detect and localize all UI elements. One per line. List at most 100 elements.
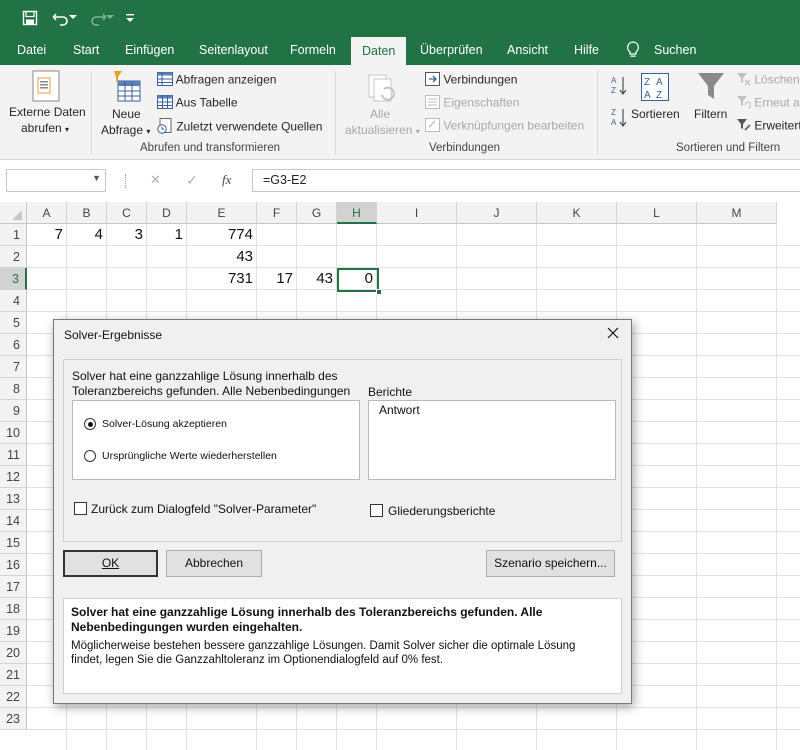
fill-handle[interactable] xyxy=(376,289,382,295)
recent-sources-button[interactable]: Zuletzt verwendete Quellen xyxy=(157,118,322,137)
row-header-18[interactable]: 18 xyxy=(0,598,27,620)
tab-ansicht[interactable]: Ansicht xyxy=(507,36,548,65)
formula-input[interactable]: =G3-E2 xyxy=(252,169,800,192)
close-icon[interactable] xyxy=(605,325,621,341)
column-header-C[interactable]: C xyxy=(107,202,147,224)
outline-reports-checkbox[interactable] xyxy=(370,504,383,517)
sort-az-icon[interactable]: AZ xyxy=(611,75,627,100)
cell-C1[interactable]: 3 xyxy=(107,224,147,246)
reports-listbox[interactable]: Antwort xyxy=(368,400,616,480)
customize-quick-access-icon[interactable] xyxy=(120,7,140,29)
row-header-6[interactable]: 6 xyxy=(0,334,27,356)
new-query-icon[interactable] xyxy=(108,69,144,105)
cell-B1[interactable]: 4 xyxy=(67,224,107,246)
column-header-J[interactable]: J xyxy=(457,202,537,224)
show-queries-button[interactable]: Abfragen anzeigen xyxy=(157,72,276,89)
tab-einfuegen[interactable]: Einfügen xyxy=(125,36,174,65)
sort-dialog-icon[interactable]: ZAAZ xyxy=(641,73,669,101)
formula-bar-splitter[interactable] xyxy=(125,174,128,188)
row-header-15[interactable]: 15 xyxy=(0,532,27,554)
filter-icon[interactable] xyxy=(697,71,725,103)
row-header-3[interactable]: 3 xyxy=(0,268,27,290)
external-data-button[interactable]: Externe Daten xyxy=(9,105,86,119)
refresh-all-button-line2[interactable]: aktualisieren ▾ xyxy=(345,123,420,137)
save-icon[interactable] xyxy=(19,7,41,29)
cancel-entry-icon[interactable]: ✕ xyxy=(150,172,161,188)
accept-solution-radio[interactable] xyxy=(84,418,96,430)
column-header-D[interactable]: D xyxy=(147,202,187,224)
new-query-button-line2[interactable]: Abfrage ▾ xyxy=(101,123,150,137)
row-header-11[interactable]: 11 xyxy=(0,444,27,466)
row-header-23[interactable]: 23 xyxy=(0,708,27,730)
row-header-21[interactable]: 21 xyxy=(0,664,27,686)
row-header-4[interactable]: 4 xyxy=(0,290,27,312)
row-header-5[interactable]: 5 xyxy=(0,312,27,334)
row-header-7[interactable]: 7 xyxy=(0,356,27,378)
column-header-L[interactable]: L xyxy=(617,202,697,224)
name-box[interactable]: ▼ xyxy=(6,169,106,192)
cell-G3[interactable]: 43 xyxy=(297,268,337,290)
tab-start[interactable]: Start xyxy=(73,36,99,65)
accept-solution-label[interactable]: Solver-Lösung akzeptieren xyxy=(102,418,227,430)
tab-formeln[interactable]: Formeln xyxy=(290,36,336,65)
column-header-E[interactable]: E xyxy=(187,202,257,224)
row-header-13[interactable]: 13 xyxy=(0,488,27,510)
row-header-17[interactable]: 17 xyxy=(0,576,27,598)
filter-button[interactable]: Filtern xyxy=(694,107,727,121)
external-data-icon[interactable] xyxy=(29,69,63,103)
row-header-14[interactable]: 14 xyxy=(0,510,27,532)
column-header-K[interactable]: K xyxy=(537,202,617,224)
column-header-H[interactable]: H xyxy=(337,202,377,224)
cell-E1[interactable]: 774 xyxy=(187,224,257,246)
external-data-button-line2[interactable]: abrufen ▾ xyxy=(21,121,69,135)
redo-dropdown-icon[interactable] xyxy=(105,7,115,29)
report-item-antwort[interactable]: Antwort xyxy=(379,403,420,417)
row-header-20[interactable]: 20 xyxy=(0,642,27,664)
cell-A1[interactable]: 7 xyxy=(27,224,67,246)
row-header-1[interactable]: 1 xyxy=(0,224,27,246)
new-query-button[interactable]: Neue xyxy=(112,107,141,121)
column-header-M[interactable]: M xyxy=(697,202,777,224)
tab-ueberpruefen[interactable]: Überprüfen xyxy=(420,36,483,65)
row-header-12[interactable]: 12 xyxy=(0,466,27,488)
column-header-B[interactable]: B xyxy=(67,202,107,224)
select-all-corner[interactable] xyxy=(0,202,27,224)
row-header-10[interactable]: 10 xyxy=(0,422,27,444)
ok-button[interactable]: OK xyxy=(63,550,158,577)
row-header-16[interactable]: 16 xyxy=(0,554,27,576)
tab-datei[interactable]: Datei xyxy=(17,36,46,65)
active-cell-H3[interactable] xyxy=(337,268,382,295)
cell-E2[interactable]: 43 xyxy=(187,246,257,268)
from-table-button[interactable]: Aus Tabelle xyxy=(157,95,238,112)
row-header-22[interactable]: 22 xyxy=(0,686,27,708)
edit-links-button[interactable]: Verknüpfungen bearbeiten xyxy=(425,118,584,135)
column-header-G[interactable]: G xyxy=(297,202,337,224)
restore-values-label[interactable]: Ursprüngliche Werte wiederherstellen xyxy=(102,450,277,462)
confirm-entry-icon[interactable]: ✓ xyxy=(186,172,198,189)
row-header-19[interactable]: 19 xyxy=(0,620,27,642)
row-header-2[interactable]: 2 xyxy=(0,246,27,268)
return-to-parameters-checkbox[interactable] xyxy=(74,502,87,515)
cancel-button[interactable]: Abbrechen xyxy=(166,550,262,577)
lightbulb-icon[interactable] xyxy=(626,36,644,65)
tab-hilfe[interactable]: Hilfe xyxy=(574,36,599,65)
row-header-9[interactable]: 9 xyxy=(0,400,27,422)
advanced-filter-button[interactable]: Erweitert xyxy=(737,118,800,135)
insert-function-icon[interactable]: fx xyxy=(222,172,231,188)
cell-D1[interactable]: 1 xyxy=(147,224,187,246)
name-box-dropdown-icon[interactable]: ▼ xyxy=(92,173,101,183)
tab-suchen[interactable]: Suchen xyxy=(654,36,696,65)
return-to-parameters-label[interactable]: Zurück zum Dialogfeld "Solver-Parameter" xyxy=(91,502,316,516)
save-scenario-button[interactable]: Szenario speichern... xyxy=(486,550,615,577)
sort-za-icon[interactable]: ZA xyxy=(611,107,627,132)
cell-F3[interactable]: 17 xyxy=(257,268,297,290)
tab-seitenlayout[interactable]: Seitenlayout xyxy=(199,36,268,65)
tab-daten[interactable]: Daten xyxy=(351,37,407,66)
clear-filter-button[interactable]: Löschen xyxy=(737,72,800,89)
sort-button[interactable]: Sortieren xyxy=(631,107,680,121)
undo-dropdown-icon[interactable] xyxy=(68,7,78,29)
outline-reports-label[interactable]: Gliederungsberichte xyxy=(388,504,495,518)
properties-button[interactable]: Eigenschaften xyxy=(425,95,519,112)
refresh-all-button[interactable]: Alle xyxy=(370,107,390,121)
cell-E3[interactable]: 731 xyxy=(187,268,257,290)
